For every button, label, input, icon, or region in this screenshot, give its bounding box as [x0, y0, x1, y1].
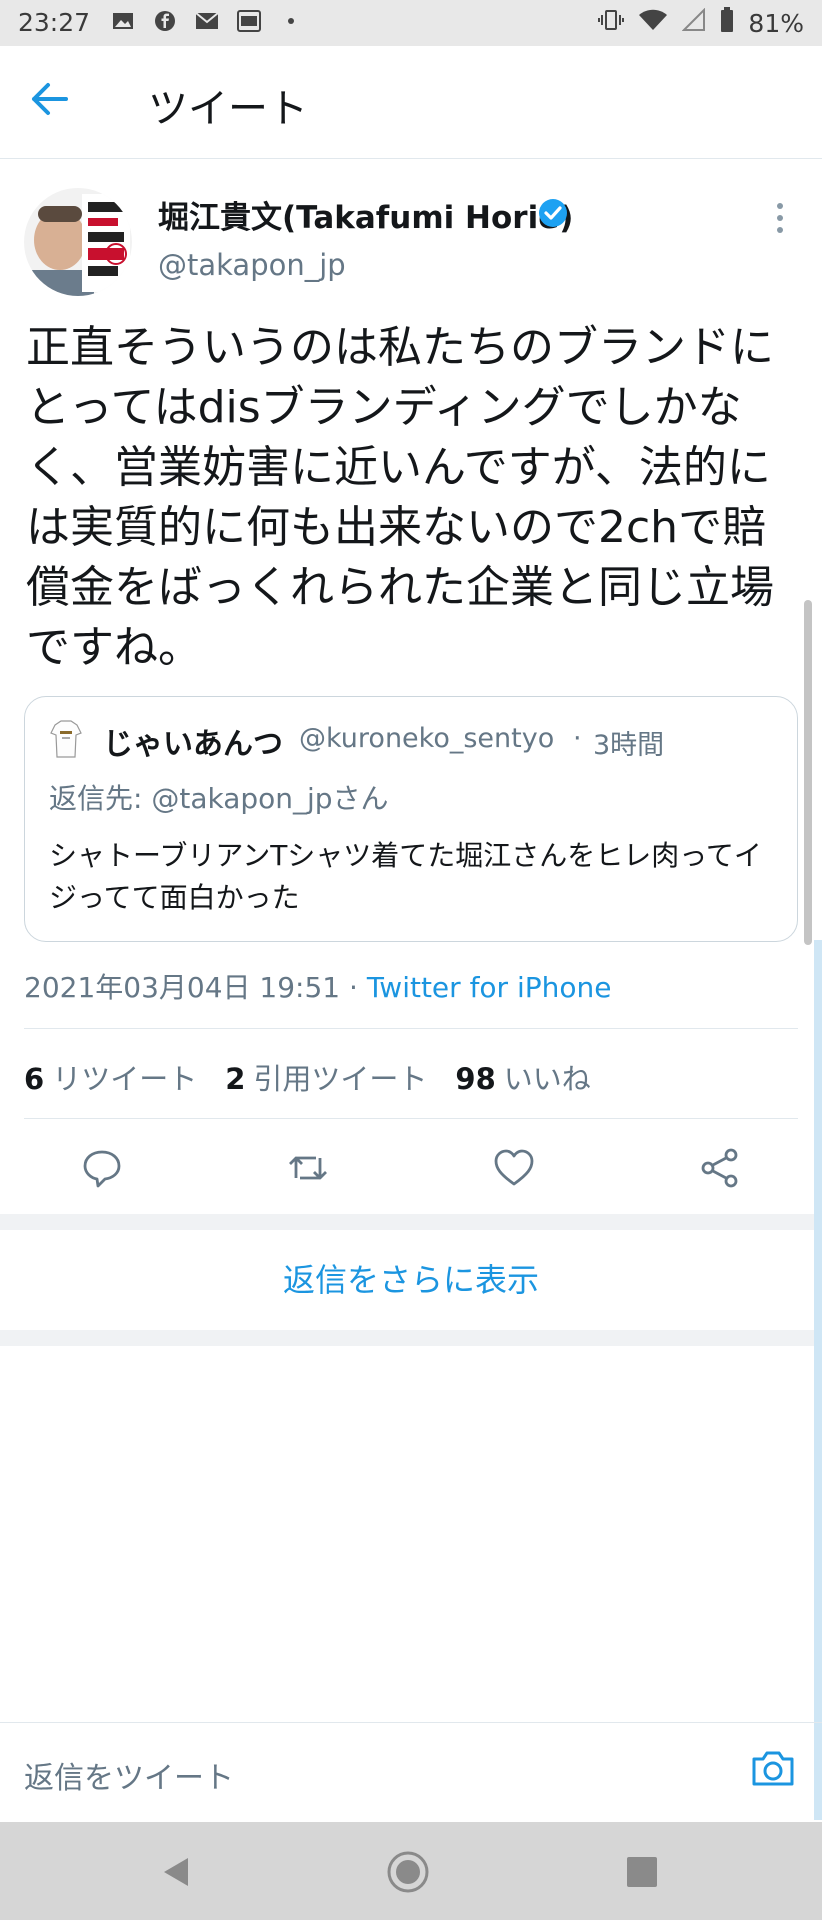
more-vertical-icon[interactable] — [772, 200, 788, 236]
retweets-label: リツイート — [52, 1062, 198, 1096]
likes-stat[interactable]: 98 いいね — [455, 1056, 590, 1098]
likes-count: 98 — [455, 1062, 496, 1096]
quoted-tweet-card[interactable]: じゃいあんつ @kuroneko_sentyo · 3時間 返信先: @taka… — [24, 696, 798, 942]
divider — [24, 1118, 798, 1119]
nav-home-icon[interactable] — [386, 1850, 430, 1894]
quoted-avatar — [49, 719, 83, 759]
quoted-text: シャトーブリアンTシャツ着てた堀江さんをヒレ肉ってイジってて面白かった — [49, 839, 762, 914]
wifi-icon — [638, 8, 668, 38]
retweets-count: 6 — [24, 1062, 45, 1096]
system-navigation-bar — [0, 1822, 822, 1920]
quotes-stat[interactable]: 2 引用ツイート — [225, 1056, 427, 1098]
quoted-time: 3時間 — [593, 730, 665, 761]
reply-composer-bar: 返信をツイート — [0, 1722, 822, 1823]
reply-icon[interactable] — [80, 1146, 124, 1190]
back-arrow-icon[interactable] — [30, 81, 80, 121]
battery-icon — [720, 7, 734, 39]
status-time: 23:27 — [18, 8, 91, 37]
page-title: ツイート — [148, 86, 308, 132]
quotes-count: 2 — [225, 1062, 246, 1096]
facebook-icon — [152, 9, 178, 33]
battery-percent: 81% — [748, 8, 804, 38]
verified-icon — [536, 196, 570, 230]
tweet-meta: 2021年03月04日 19:51 · Twitter for iPhone — [24, 966, 612, 1006]
section-separator — [0, 1214, 822, 1230]
nav-recents-icon[interactable] — [620, 1850, 664, 1894]
likes-label: いいね — [503, 1062, 591, 1096]
tweet-text: 正直そういうのは私たちのブランドにとってはdisブランディングでしかなく、営業妨… — [26, 322, 774, 673]
signal-icon — [682, 7, 706, 38]
divider — [24, 1028, 798, 1029]
notification-dot-icon — [278, 9, 304, 33]
quotes-label: 引用ツイート — [253, 1062, 428, 1096]
status-bar: 23:27 81% — [0, 0, 822, 46]
camera-icon[interactable] — [750, 1745, 796, 1791]
author-handle[interactable]: @takapon_jp — [158, 248, 346, 282]
quoted-reply-to: 返信先: @takapon_jpさん — [49, 782, 389, 815]
author-avatar[interactable] — [24, 188, 132, 296]
nav-back-icon[interactable] — [154, 1850, 198, 1894]
like-icon[interactable] — [492, 1146, 536, 1190]
tweet-timestamp: 2021年03月04日 19:51 — [24, 971, 341, 1004]
top-app-bar: ツイート — [0, 46, 822, 159]
quoted-separator: · — [573, 723, 582, 754]
quoted-author-name: じゃいあんつ — [103, 727, 283, 762]
author-name[interactable]: 堀江貴文(Takafumi Horie) — [158, 192, 573, 237]
tweet-stats: 6 リツイート 2 引用ツイート 98 いいね — [24, 1056, 591, 1098]
tweet-action-bar — [0, 1134, 822, 1198]
gallery-notification-icon — [110, 9, 136, 33]
edge-highlight — [814, 940, 822, 1820]
meta-separator: · — [349, 971, 367, 1004]
quoted-author-handle: @kuroneko_sentyo — [299, 723, 555, 754]
show-more-replies-link[interactable]: 返信をさらに表示 — [0, 1230, 822, 1330]
vibrate-icon — [598, 8, 625, 38]
scrollbar[interactable] — [804, 600, 812, 945]
share-icon[interactable] — [698, 1146, 742, 1190]
reply-input[interactable]: 返信をツイート — [24, 1753, 234, 1797]
retweets-stat[interactable]: 6 リツイート — [24, 1056, 197, 1098]
au-app-icon — [236, 9, 262, 33]
tweet-source-link[interactable]: Twitter for iPhone — [367, 971, 612, 1004]
mail-icon — [194, 9, 220, 33]
section-separator — [0, 1330, 822, 1346]
retweet-icon[interactable] — [286, 1146, 330, 1190]
